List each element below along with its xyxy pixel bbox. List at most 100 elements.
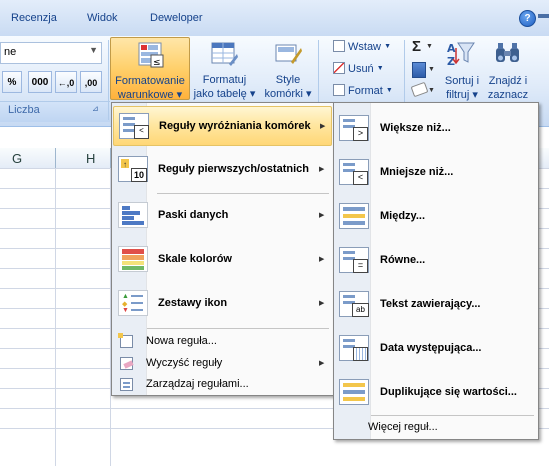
highlight-rules-submenu: > Większe niż... < Mniejsze niż... Międz…: [333, 102, 539, 440]
delete-label: Usuń: [348, 63, 374, 75]
svg-text:≤: ≤: [153, 58, 161, 68]
icon-sets-icon: ▲ ◆ ▼: [118, 290, 148, 316]
cell-styles-line1: Style: [275, 74, 301, 86]
menu-label: Więcej reguł...: [368, 421, 438, 433]
menu-item-clear-rules[interactable]: Wyczyść reguły ▶: [113, 353, 332, 374]
chevron-down-icon: ▼: [384, 43, 391, 50]
menu-item-icon-sets[interactable]: ▲ ◆ ▼ Zestawy ikon ▶: [113, 284, 332, 324]
submenu-item-date-occurring[interactable]: Data występująca...: [335, 328, 537, 368]
menu-label: Skale kolorów: [158, 253, 232, 265]
submenu-arrow-icon: ▶: [319, 300, 325, 307]
percent-style-button[interactable]: %: [2, 71, 22, 93]
sort-filter-button[interactable]: A Z Sortuj i filtruj ▾: [440, 38, 484, 101]
submenu-item-greater-than[interactable]: > Większe niż...: [335, 108, 537, 148]
delete-cells-icon: [333, 62, 345, 74]
submenu-item-between[interactable]: Między...: [335, 196, 537, 236]
cell-styles-button[interactable]: Style komórki ▾: [262, 37, 314, 100]
menu-item-data-bars[interactable]: Paski danych ▶: [113, 196, 332, 236]
submenu-item-text-contains[interactable]: ab Tekst zawierający...: [335, 284, 537, 324]
menu-label: Większe niż...: [380, 122, 451, 134]
menu-separator: [147, 328, 329, 329]
data-bars-icon: [118, 202, 148, 228]
new-rule-icon: [118, 333, 133, 348]
sort-filter-line1: Sortuj i: [444, 75, 480, 87]
menu-item-new-rule[interactable]: Nowa reguła...: [113, 331, 332, 352]
chevron-down-icon: ▼: [385, 87, 393, 94]
submenu-item-equal-to[interactable]: = Równe...: [335, 240, 537, 280]
conditional-formatting-button[interactable]: ≤ Formatowanie warunkowe ▾: [110, 37, 190, 101]
top-bottom-rules-icon: ↑ 10: [118, 156, 148, 182]
column-divider: [55, 148, 56, 168]
menu-label: Między...: [380, 210, 426, 222]
text-contains-icon: ab: [339, 291, 369, 317]
decrease-decimal-button[interactable]: ,00: [80, 71, 102, 93]
svg-text:Z: Z: [447, 55, 455, 68]
manage-rules-icon: [120, 378, 133, 391]
fill-icon[interactable]: [412, 62, 426, 78]
format-cells-button[interactable]: Format ▼: [333, 84, 393, 97]
svg-text:A: A: [447, 42, 456, 55]
date-occurring-icon: [339, 335, 369, 361]
submenu-item-less-than[interactable]: < Mniejsze niż...: [335, 152, 537, 192]
format-cells-icon: [333, 84, 345, 96]
tab-widok[interactable]: Widok: [87, 12, 118, 24]
comma-style-button[interactable]: 000: [28, 71, 52, 93]
format-table-line2: jako tabelę ▾: [193, 88, 256, 100]
find-select-line1: Znajdź i: [488, 75, 528, 87]
between-icon: [339, 203, 369, 229]
menu-label: Duplikujące się wartości...: [380, 386, 517, 398]
chevron-down-icon[interactable]: ▼: [428, 87, 435, 94]
tab-deweloper[interactable]: Deweloper: [150, 12, 203, 24]
conditional-formatting-menu: < Reguły wyróżniania komórek ▶ ↑ 10 Regu…: [111, 102, 334, 396]
submenu-arrow-icon: ▶: [319, 256, 325, 263]
format-as-table-button[interactable]: Formatuj jako tabelę ▾: [191, 37, 258, 100]
less-than-icon: <: [339, 159, 369, 185]
sort-filter-icon: A Z: [447, 42, 475, 68]
duplicate-values-icon: [339, 379, 369, 405]
equal-to-icon: =: [339, 247, 369, 273]
delete-button[interactable]: Usuń ▼: [333, 62, 384, 75]
menu-item-manage-rules[interactable]: Zarządzaj regułami...: [113, 374, 332, 395]
find-select-button[interactable]: Znajdź i zaznacz ▾: [485, 38, 531, 115]
menu-item-top-bottom-rules[interactable]: ↑ 10 Reguły pierwszych/ostatnich ▶: [113, 150, 332, 190]
tab-recenzja[interactable]: Recenzja: [11, 12, 57, 24]
menu-label: Zarządzaj regułami...: [146, 378, 249, 390]
column-header-g[interactable]: G: [12, 151, 22, 166]
menu-label: Reguły wyróżniania komórek: [159, 120, 311, 132]
insert-label: Wstaw: [348, 41, 381, 53]
menu-label: Równe...: [380, 254, 426, 266]
autosum-icon[interactable]: Σ: [412, 38, 421, 55]
insert-button[interactable]: Wstaw ▼: [333, 40, 391, 53]
gridline: [55, 168, 56, 466]
menu-separator: [371, 415, 534, 416]
format-label: Format: [348, 85, 383, 97]
ribbon-tab-bar: Recenzja Widok Deweloper ?: [0, 0, 549, 37]
menu-item-color-scales[interactable]: Skale kolorów ▶: [113, 240, 332, 280]
clear-rules-icon: [120, 357, 134, 370]
submenu-item-more-rules[interactable]: Więcej reguł...: [335, 417, 537, 437]
menu-separator: [157, 193, 329, 194]
cell-styles-icon: [275, 44, 302, 64]
submenu-arrow-icon: ▶: [319, 166, 325, 173]
increase-decimal-button[interactable]: ←,0: [55, 71, 77, 93]
format-as-table-icon: [211, 42, 238, 66]
submenu-item-duplicate-values[interactable]: Duplikujące się wartości...: [335, 372, 537, 412]
submenu-arrow-icon: ▶: [320, 123, 326, 130]
chevron-down-icon[interactable]: ▼: [426, 43, 433, 50]
conditional-formatting-icon: ≤: [138, 42, 164, 68]
number-format-dropdown[interactable]: ne ▼: [0, 42, 102, 64]
chevron-down-icon[interactable]: ▼: [428, 66, 435, 73]
cell-styles-line2: komórki ▾: [264, 88, 312, 100]
dialog-launcher-icon[interactable]: ⊿: [92, 104, 99, 113]
color-scales-icon: [118, 246, 148, 272]
menu-label: Nowa reguła...: [146, 335, 217, 347]
cf-label-line2: warunkowe ▾: [117, 89, 183, 101]
chevron-down-icon: ▼: [376, 65, 384, 72]
submenu-arrow-icon: ▶: [319, 212, 325, 219]
column-header-h[interactable]: H: [86, 151, 95, 166]
menu-item-highlight-cell-rules[interactable]: < Reguły wyróżniania komórek ▶: [113, 106, 332, 146]
menu-label: Zestawy ikon: [158, 297, 228, 309]
window-control-icon[interactable]: [538, 14, 549, 18]
help-icon[interactable]: ?: [519, 10, 536, 27]
menu-label: Data występująca...: [380, 342, 482, 354]
